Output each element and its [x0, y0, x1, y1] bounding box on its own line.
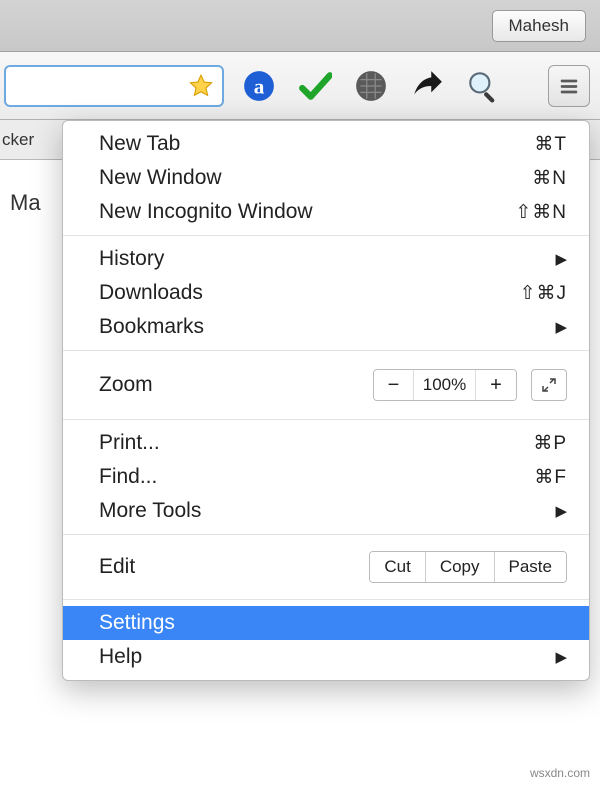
tab-label-partial[interactable]: cker — [0, 130, 34, 150]
fullscreen-button[interactable] — [531, 369, 567, 401]
menu-item-edit: Edit Cut Copy Paste — [63, 541, 589, 593]
menu-item-new-tab[interactable]: New Tab ⌘T — [63, 127, 589, 161]
zoom-in-button[interactable]: + — [476, 370, 516, 400]
menu-label: Downloads — [99, 281, 203, 305]
copy-button[interactable]: Copy — [426, 552, 495, 582]
menu-label: New Tab — [99, 132, 180, 156]
watermark-text: wsxdn.com — [530, 766, 590, 780]
submenu-arrow-icon: ▶ — [555, 250, 567, 268]
zoom-level-value: 100% — [414, 370, 476, 400]
alexa-extension-icon[interactable]: a — [242, 69, 276, 103]
menu-label: Help — [99, 645, 142, 669]
menu-item-help[interactable]: Help ▶ — [63, 640, 589, 674]
web-extension-icon[interactable] — [354, 69, 388, 103]
menu-label: Find... — [99, 465, 157, 489]
menu-item-settings[interactable]: Settings — [63, 606, 589, 640]
menu-shortcut: ⌘T — [534, 133, 567, 156]
menu-label: History — [99, 247, 164, 271]
menu-shortcut: ⇧⌘N — [515, 201, 567, 224]
share-arrow-icon[interactable] — [410, 69, 444, 103]
paste-button[interactable]: Paste — [495, 552, 566, 582]
menu-item-more-tools[interactable]: More Tools ▶ — [63, 494, 589, 528]
submenu-arrow-icon: ▶ — [555, 502, 567, 520]
bookmark-star-icon[interactable] — [188, 73, 214, 99]
menu-label: New Window — [99, 166, 222, 190]
svg-text:a: a — [254, 74, 265, 98]
cut-button[interactable]: Cut — [370, 552, 425, 582]
menu-label: Print... — [99, 431, 160, 455]
zoom-control-group: − 100% + — [373, 369, 517, 401]
menu-label: Settings — [99, 611, 175, 635]
menu-item-find[interactable]: Find... ⌘F — [63, 460, 589, 494]
submenu-arrow-icon: ▶ — [555, 318, 567, 336]
menu-label: More Tools — [99, 499, 201, 523]
menu-item-downloads[interactable]: Downloads ⇧⌘J — [63, 276, 589, 310]
menu-item-print[interactable]: Print... ⌘P — [63, 426, 589, 460]
menu-item-history[interactable]: History ▶ — [63, 242, 589, 276]
content-text-partial: Ma — [10, 190, 41, 215]
edit-button-group: Cut Copy Paste — [369, 551, 567, 583]
user-profile-button[interactable]: Mahesh — [492, 10, 586, 42]
browser-toolbar: a — [0, 52, 600, 120]
menu-shortcut: ⇧⌘J — [520, 282, 567, 305]
menu-label: Edit — [99, 555, 135, 579]
menu-label: Bookmarks — [99, 315, 204, 339]
menu-item-bookmarks[interactable]: Bookmarks ▶ — [63, 310, 589, 344]
menu-label: Zoom — [99, 373, 153, 397]
menu-item-new-window[interactable]: New Window ⌘N — [63, 161, 589, 195]
checkmark-extension-icon[interactable] — [298, 69, 332, 103]
menu-shortcut: ⌘N — [532, 167, 567, 190]
window-titlebar: Mahesh — [0, 0, 600, 52]
address-bar[interactable] — [4, 65, 224, 107]
menu-item-new-incognito[interactable]: New Incognito Window ⇧⌘N — [63, 195, 589, 229]
search-magnifier-icon[interactable] — [466, 69, 500, 103]
main-menu-dropdown: New Tab ⌘T New Window ⌘N New Incognito W… — [62, 120, 590, 681]
menu-shortcut: ⌘P — [533, 432, 567, 455]
menu-label: New Incognito Window — [99, 200, 313, 224]
zoom-out-button[interactable]: − — [374, 370, 414, 400]
submenu-arrow-icon: ▶ — [555, 648, 567, 666]
menu-item-zoom: Zoom − 100% + — [63, 357, 589, 413]
main-menu-button[interactable] — [548, 65, 590, 107]
menu-shortcut: ⌘F — [534, 466, 567, 489]
